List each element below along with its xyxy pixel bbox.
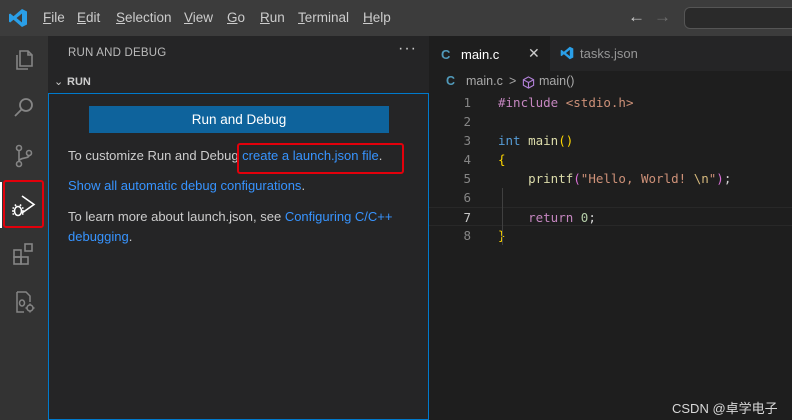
run-section-label: RUN bbox=[67, 76, 91, 88]
command-center-search[interactable] bbox=[684, 7, 792, 29]
source-control-button[interactable] bbox=[0, 132, 48, 180]
show-configs-text: Show all automatic debug configurations. bbox=[68, 178, 306, 193]
code-text: { bbox=[498, 152, 506, 167]
close-icon[interactable]: ✕ bbox=[528, 45, 540, 62]
menu-run[interactable]: Run bbox=[260, 10, 285, 25]
learn-more-text: To learn more about launch.json, see Con… bbox=[68, 209, 393, 244]
highlight-box-run-debug bbox=[3, 180, 44, 228]
source-control-icon bbox=[15, 144, 33, 168]
code-line: 6 bbox=[429, 188, 792, 207]
activity-bar bbox=[0, 36, 48, 420]
code-text: return 0; bbox=[528, 210, 596, 225]
files-icon bbox=[16, 50, 33, 70]
tab-tasks-json[interactable]: tasks.json bbox=[550, 36, 670, 71]
breadcrumb-file[interactable]: main.c bbox=[466, 74, 503, 88]
run-and-debug-sidebar: RUN AND DEBUG ··· ⌄ RUN Run and Debug To… bbox=[48, 36, 429, 420]
debug-settings-icon bbox=[16, 291, 35, 313]
code-text: printf("Hello, World! \n"); bbox=[528, 171, 732, 186]
code-text: #include <stdio.h> bbox=[498, 95, 634, 110]
code-text: int main() bbox=[498, 133, 574, 148]
chevron-down-icon: ⌄ bbox=[54, 76, 64, 88]
run-section-header[interactable]: ⌄ RUN bbox=[48, 72, 429, 94]
breadcrumb: C main.c > main() bbox=[429, 71, 792, 93]
breadcrumb-symbol[interactable]: main() bbox=[539, 74, 574, 88]
menu-terminal[interactable]: Terminal bbox=[298, 10, 349, 25]
code-line: 2 bbox=[429, 112, 792, 131]
vscode-icon bbox=[560, 46, 574, 60]
line-number: 6 bbox=[463, 190, 471, 205]
search-icon bbox=[14, 98, 33, 117]
code-line-current: 7 return 0; bbox=[429, 207, 792, 226]
c-file-icon: C bbox=[446, 74, 456, 88]
remote-explorer-button[interactable] bbox=[0, 278, 48, 326]
tab-main-c[interactable]: C main.c ✕ bbox=[429, 36, 550, 71]
menu-help[interactable]: Help bbox=[363, 10, 391, 25]
breadcrumb-separator: > bbox=[509, 74, 517, 88]
line-number: 7 bbox=[463, 210, 471, 225]
menu-file[interactable]: File bbox=[43, 10, 65, 25]
menu-edit[interactable]: Edit bbox=[77, 10, 100, 25]
code-line: 1 #include <stdio.h> bbox=[429, 93, 792, 112]
c-file-icon: C bbox=[441, 47, 451, 62]
editor-tabs: C main.c ✕ tasks.json bbox=[429, 36, 792, 71]
search-button[interactable] bbox=[0, 84, 48, 132]
line-number: 8 bbox=[463, 228, 471, 243]
code-line: 8 } bbox=[429, 226, 792, 245]
code-line: 5 printf("Hello, World! \n"); bbox=[429, 169, 792, 188]
indent-guide bbox=[502, 188, 503, 245]
title-bar: File Edit Selection View Go Run Terminal… bbox=[0, 0, 792, 36]
code-line: 4 { bbox=[429, 150, 792, 169]
editor-area: C main.c ✕ tasks.json C main.c > main() … bbox=[429, 36, 792, 420]
tab-label: tasks.json bbox=[580, 46, 638, 61]
explorer-button[interactable] bbox=[0, 36, 48, 84]
back-arrow-icon[interactable]: ← bbox=[628, 7, 645, 27]
menu-selection[interactable]: Selection bbox=[116, 10, 172, 25]
line-number: 4 bbox=[463, 152, 471, 167]
code-line: 3 int main() bbox=[429, 131, 792, 150]
show-debug-configurations-link[interactable]: Show all automatic debug configurations bbox=[68, 178, 301, 193]
line-number: 3 bbox=[463, 133, 471, 148]
sidebar-title: RUN AND DEBUG bbox=[68, 47, 167, 59]
watermark: CSDN @卓学电子 bbox=[672, 401, 778, 416]
tab-label: main.c bbox=[461, 47, 500, 62]
extensions-button[interactable] bbox=[0, 230, 48, 278]
run-and-debug-button-primary[interactable]: Run and Debug bbox=[89, 106, 389, 133]
function-symbol-icon bbox=[522, 76, 535, 89]
extensions-icon bbox=[13, 243, 33, 265]
line-number: 5 bbox=[463, 171, 471, 186]
forward-arrow-icon[interactable]: → bbox=[654, 7, 671, 27]
highlight-box-launch-link bbox=[237, 143, 404, 174]
menu-go[interactable]: Go bbox=[227, 10, 245, 25]
line-number: 2 bbox=[463, 114, 471, 129]
more-actions-icon[interactable]: ··· bbox=[398, 40, 417, 58]
vscode-logo-icon bbox=[9, 9, 27, 27]
active-indicator bbox=[0, 182, 2, 228]
line-number: 1 bbox=[463, 95, 471, 110]
menu-view[interactable]: View bbox=[184, 10, 213, 25]
